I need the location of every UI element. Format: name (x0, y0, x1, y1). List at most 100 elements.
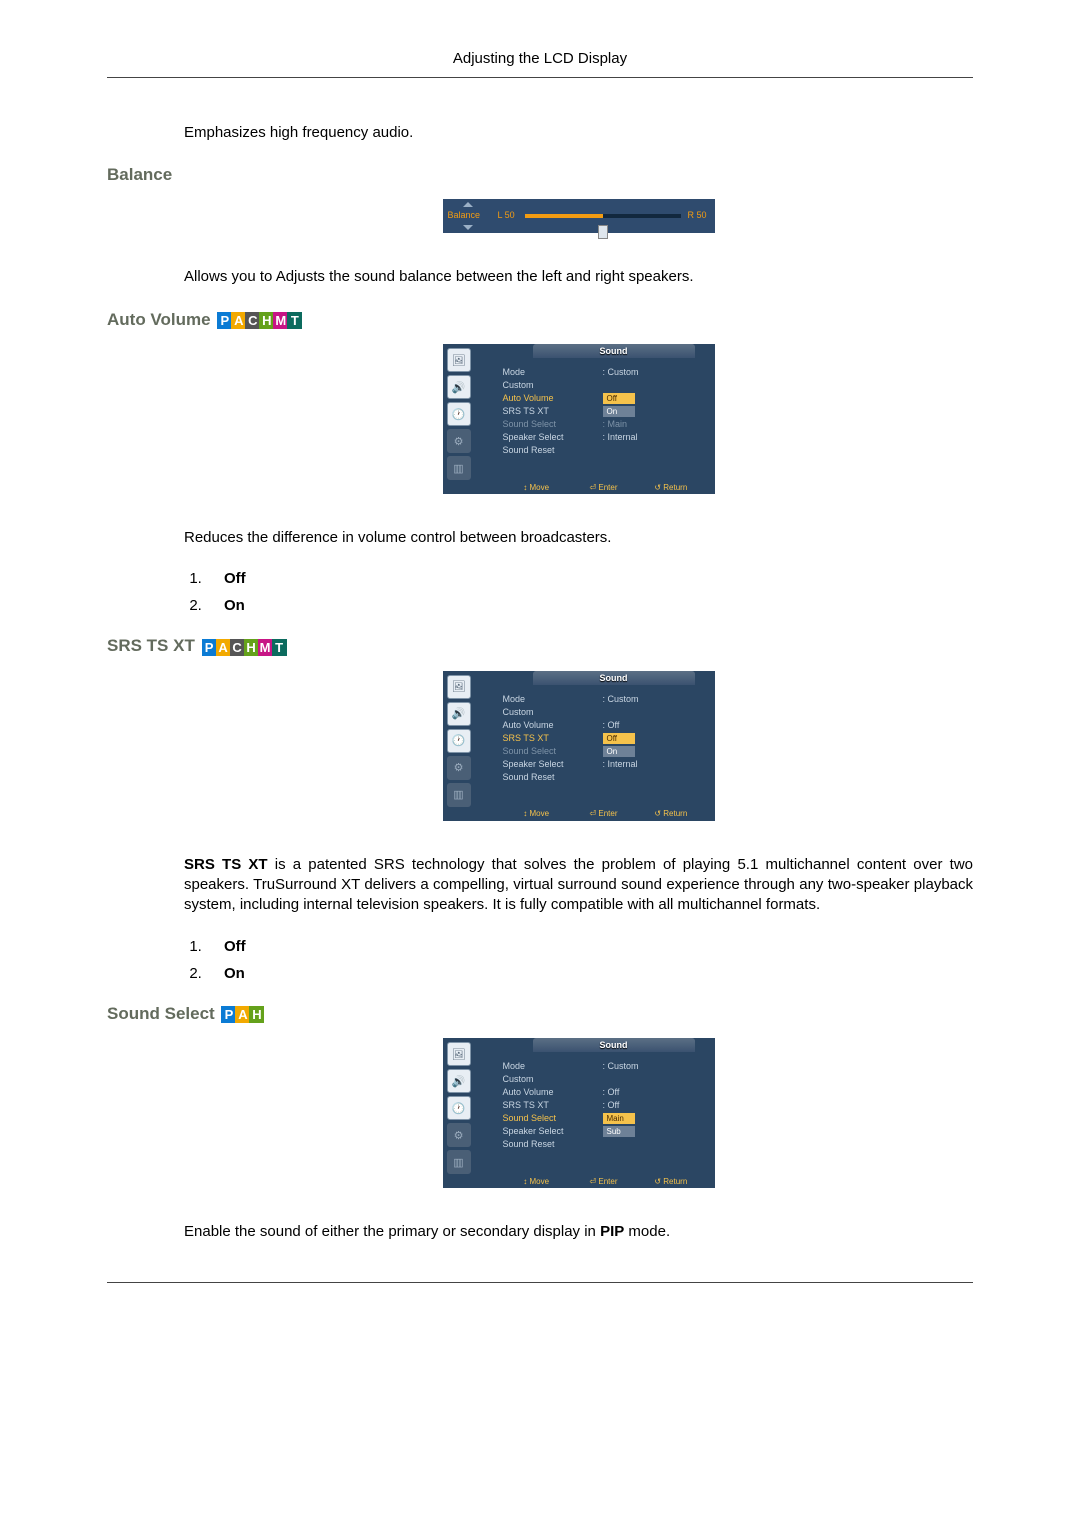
badge-h-icon: H (259, 312, 274, 329)
intro-text: Emphasizes high frequency audio. (184, 123, 973, 143)
osd-val: Main (603, 1112, 663, 1125)
osd-val (603, 1138, 663, 1151)
sound-select-desc: Enable the sound of either the primary o… (184, 1222, 973, 1242)
picture-icon: 🖼 (447, 675, 471, 699)
srs-desc: SRS TS XT is a patented SRS technology t… (184, 855, 973, 916)
multi-icon: ▥ (447, 456, 471, 480)
balance-desc: Allows you to Adjusts the sound balance … (184, 267, 973, 287)
osd-val (603, 379, 663, 392)
badge-h-icon: H (249, 1006, 264, 1023)
badge-c-icon: C (245, 312, 260, 329)
badge-m-icon: M (273, 312, 288, 329)
list-item: On (206, 597, 973, 614)
osd-title: Sound (533, 344, 695, 358)
heading-srs: SRS TS XT PACHMT (107, 636, 973, 657)
osd-sound-select: Sound 🖼 🔊 🕐 ⚙ ▥ Mode Custom Auto Volume … (443, 1038, 715, 1188)
balance-label: Balance (448, 210, 481, 220)
source-badges: PACHMT (217, 310, 301, 330)
list-item: Off (206, 938, 973, 955)
osd-title: Sound (533, 671, 695, 685)
footer-move: ↕ Move (503, 483, 570, 492)
osd-val: : Custom (603, 366, 663, 379)
osd-side-icons: 🖼 🔊 🕐 ⚙ ▥ (447, 675, 473, 803)
osd-val: Off (603, 732, 663, 745)
setup-icon: ⚙ (447, 429, 471, 453)
osd-val: : Custom (603, 1060, 663, 1073)
osd-val: : Custom (603, 693, 663, 706)
osd-row-active: Auto Volume (503, 392, 598, 405)
footer-return: ↺ Return (637, 1177, 704, 1186)
osd-row: Sound Reset (503, 1138, 598, 1151)
osd-val: : Off (603, 1099, 663, 1112)
footer-return: ↺ Return (637, 483, 704, 492)
picture-icon: 🖼 (447, 1042, 471, 1066)
heading-sound-select-text: Sound Select (107, 1004, 215, 1023)
osd-row: Speaker Select (503, 431, 598, 444)
picture-icon: 🖼 (447, 348, 471, 372)
multi-icon: ▥ (447, 783, 471, 807)
multi-icon: ▥ (447, 1150, 471, 1174)
osd-val (603, 444, 663, 457)
badge-a-icon: A (231, 312, 246, 329)
badge-a-icon: A (235, 1006, 250, 1023)
osd-row: Custom (503, 706, 598, 719)
sound-select-desc-bold: PIP (600, 1223, 624, 1240)
source-badges: PAH (221, 1004, 263, 1024)
osd-menu-labels: Mode Custom Auto Volume SRS TS XT Sound … (503, 1060, 598, 1151)
clock-icon: 🕐 (447, 402, 471, 426)
heading-auto-volume: Auto Volume PACHMT (107, 310, 973, 331)
osd-row: Mode (503, 366, 598, 379)
osd-menu-labels: Mode Custom Auto Volume SRS TS XT Sound … (503, 366, 598, 457)
osd-footer: ↕ Move ⏎ Enter ↺ Return (503, 807, 705, 821)
osd-val: : Off (603, 1086, 663, 1099)
badge-h-icon: H (244, 639, 259, 656)
osd-row: Sound Reset (503, 771, 598, 784)
badge-t-icon: T (287, 312, 302, 329)
osd-val: Sub (603, 1125, 663, 1138)
osd-side-icons: 🖼 🔊 🕐 ⚙ ▥ (447, 1042, 473, 1170)
badge-m-icon: M (258, 639, 273, 656)
osd-row: Custom (503, 379, 598, 392)
osd-menu-values: : Custom : Off Off On : Internal (603, 693, 663, 784)
osd-row: SRS TS XT (503, 405, 598, 418)
balance-left-value: L 50 (498, 210, 515, 220)
osd-menu-values: : Custom Off On : Main : Internal (603, 366, 663, 457)
balance-slider-osd: Balance L 50 R 50 (443, 199, 715, 233)
badge-a-icon: A (216, 639, 231, 656)
osd-row-dim: Sound Select (503, 745, 598, 758)
srs-options: Off On (184, 938, 973, 982)
badge-p-icon: P (217, 312, 232, 329)
osd-footer: ↕ Move ⏎ Enter ↺ Return (503, 480, 705, 494)
srs-desc-body: is a patented SRS technology that solves… (184, 856, 973, 914)
footer-enter: ⏎ Enter (570, 1177, 637, 1186)
osd-row-dim: Sound Select (503, 418, 598, 431)
osd-row: Custom (503, 1073, 598, 1086)
osd-srs: Sound 🖼 🔊 🕐 ⚙ ▥ Mode Custom Auto Volume … (443, 671, 715, 821)
heading-auto-volume-text: Auto Volume (107, 310, 211, 329)
osd-menu-labels: Mode Custom Auto Volume SRS TS XT Sound … (503, 693, 598, 784)
auto-volume-options: Off On (184, 570, 973, 614)
sound-select-desc-pre: Enable the sound of either the primary o… (184, 1223, 600, 1240)
osd-row: SRS TS XT (503, 1099, 598, 1112)
osd-val: : Off (603, 719, 663, 732)
balance-track (525, 214, 681, 218)
figure-srs: Sound 🖼 🔊 🕐 ⚙ ▥ Mode Custom Auto Volume … (184, 671, 973, 825)
heading-balance: Balance (107, 165, 973, 185)
osd-row-active: SRS TS XT (503, 732, 598, 745)
heading-srs-text: SRS TS XT (107, 636, 195, 655)
list-item: Off (206, 570, 973, 587)
badge-p-icon: P (221, 1006, 236, 1023)
osd-row: Speaker Select (503, 1125, 598, 1138)
setup-icon: ⚙ (447, 756, 471, 780)
osd-val (603, 771, 663, 784)
osd-val: : Internal (603, 758, 663, 771)
footer-return: ↺ Return (637, 809, 704, 818)
footer-move: ↕ Move (503, 809, 570, 818)
balance-right-value: R 50 (687, 210, 706, 220)
footer-move: ↕ Move (503, 1177, 570, 1186)
setup-icon: ⚙ (447, 1123, 471, 1147)
osd-row: Sound Reset (503, 444, 598, 457)
arrow-up-icon (463, 202, 473, 207)
auto-volume-desc: Reduces the difference in volume control… (184, 528, 973, 548)
footer-enter: ⏎ Enter (570, 483, 637, 492)
